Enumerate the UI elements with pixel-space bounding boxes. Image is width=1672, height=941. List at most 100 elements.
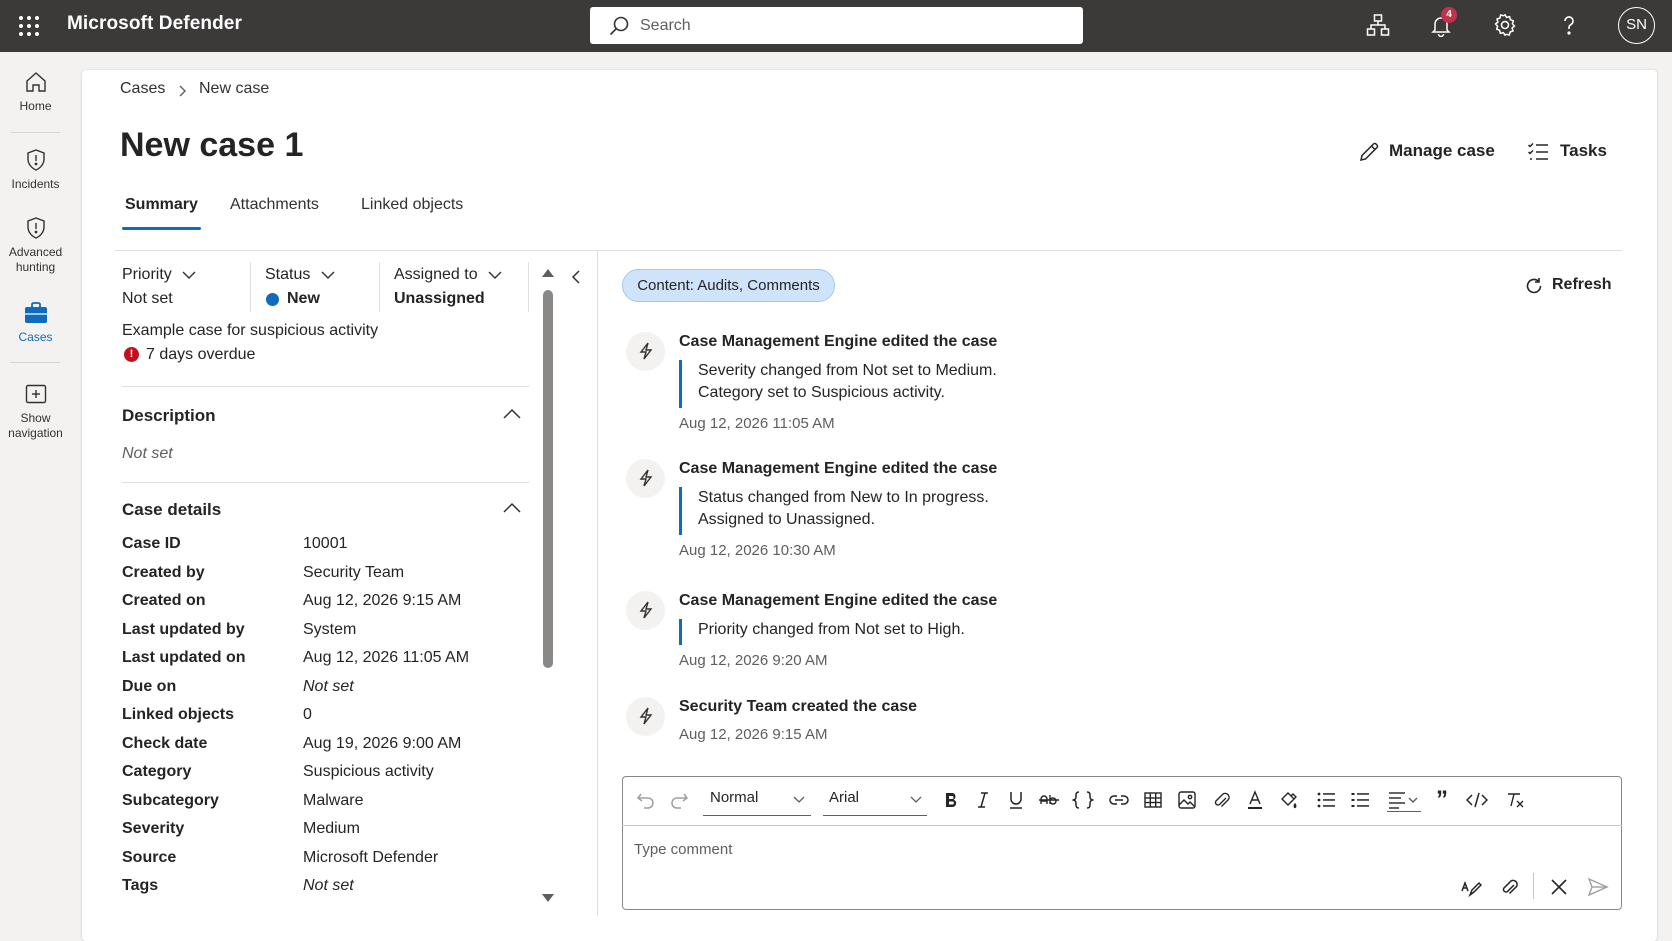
pencil-icon bbox=[1358, 141, 1380, 163]
nav-label-incidents: Incidents bbox=[11, 177, 60, 191]
breadcrumb-cases[interactable]: Cases bbox=[120, 80, 165, 98]
italic-icon[interactable] bbox=[973, 790, 993, 810]
highlight-icon[interactable] bbox=[1279, 790, 1299, 810]
assigned-to-dropdown[interactable]: Assigned to bbox=[394, 266, 502, 284]
comment-input[interactable] bbox=[634, 838, 1534, 860]
left-navigation: Home Incidents Advanced hunting Cases Sh… bbox=[0, 52, 71, 941]
status-dropdown[interactable]: Status bbox=[265, 266, 335, 284]
case-details-title: Case details bbox=[122, 500, 222, 519]
send-icon[interactable] bbox=[1587, 877, 1609, 897]
gear-icon[interactable] bbox=[1493, 13, 1517, 37]
numbered-list-icon[interactable] bbox=[1316, 790, 1336, 810]
activity-quote-bar bbox=[679, 360, 682, 408]
notification-badge: 4 bbox=[1441, 7, 1457, 23]
case-detail-value: Microsoft Defender bbox=[303, 848, 439, 866]
activity-detail: Severity changed from Not set to Medium. bbox=[698, 362, 997, 379]
font-color-icon[interactable] bbox=[1245, 790, 1265, 810]
paragraph-style-dropdown[interactable]: Normal bbox=[710, 789, 758, 806]
manage-case-button[interactable]: Manage case bbox=[1389, 141, 1495, 161]
assigned-to-value: Unassigned bbox=[394, 290, 485, 307]
activity-title: Case Management Engine edited the case bbox=[679, 333, 998, 350]
app-title[interactable]: Microsoft Defender bbox=[67, 13, 242, 35]
nav-item-advanced-hunting[interactable]: Advanced hunting bbox=[0, 216, 71, 275]
link-icon[interactable] bbox=[1108, 790, 1130, 810]
nav-divider bbox=[10, 362, 60, 363]
nav-item-show-navigation[interactable]: Show navigation bbox=[0, 382, 71, 441]
tab-linked-objects[interactable]: Linked objects bbox=[361, 196, 463, 214]
case-detail-label: Source bbox=[122, 848, 177, 866]
close-icon[interactable] bbox=[1550, 878, 1568, 896]
case-detail-value: System bbox=[303, 620, 357, 638]
field-divider bbox=[528, 262, 529, 312]
chevron-up-icon[interactable] bbox=[503, 502, 521, 514]
content-filter-chip[interactable]: Content: Audits, Comments bbox=[622, 269, 835, 302]
briefcase-icon bbox=[24, 302, 47, 323]
clear-formatting-icon[interactable] bbox=[1504, 790, 1526, 810]
dropdown-underline bbox=[823, 815, 927, 816]
case-detail-label: Due on bbox=[122, 677, 177, 695]
scroll-up-icon[interactable] bbox=[542, 269, 554, 277]
app-launcher-icon[interactable] bbox=[18, 15, 40, 37]
format-pen-icon[interactable] bbox=[1460, 877, 1482, 897]
org-chart-icon[interactable] bbox=[1366, 13, 1390, 37]
font-family-value: Arial bbox=[829, 789, 860, 806]
case-detail-value: 0 bbox=[303, 706, 312, 723]
description-title: Description bbox=[122, 406, 216, 425]
nav-item-home[interactable]: Home bbox=[0, 70, 71, 114]
code-braces-icon[interactable] bbox=[1072, 790, 1094, 810]
avatar[interactable]: SN bbox=[1618, 7, 1655, 44]
case-detail-label: Last updated on bbox=[122, 649, 246, 666]
font-family-dropdown[interactable]: Arial bbox=[829, 789, 859, 806]
search-input[interactable] bbox=[640, 13, 1060, 38]
scrollbar-thumb[interactable] bbox=[543, 290, 553, 668]
table-icon[interactable] bbox=[1143, 790, 1163, 810]
chevron-down-icon bbox=[793, 796, 805, 803]
lightning-icon bbox=[626, 697, 665, 736]
case-detail-value: Malware bbox=[303, 791, 364, 809]
strikethrough-icon[interactable] bbox=[1038, 790, 1060, 810]
description-value: Not set bbox=[122, 445, 173, 462]
nav-item-cases[interactable]: Cases bbox=[0, 301, 71, 345]
redo-icon[interactable] bbox=[669, 790, 689, 810]
case-detail-label: Severity bbox=[122, 820, 185, 837]
align-icon[interactable] bbox=[1387, 790, 1421, 812]
refresh-button[interactable]: Refresh bbox=[1552, 276, 1612, 294]
tab-attachments[interactable]: Attachments bbox=[230, 196, 319, 214]
lightning-icon bbox=[626, 332, 665, 371]
collapse-panel-icon[interactable] bbox=[571, 269, 581, 285]
underline-icon[interactable] bbox=[1006, 790, 1026, 810]
quote-icon[interactable]: ” bbox=[1436, 786, 1448, 814]
activity-title: Security Team created the case bbox=[679, 698, 918, 715]
chevron-up-icon[interactable] bbox=[503, 408, 521, 420]
code-block-icon[interactable] bbox=[1466, 790, 1488, 810]
case-detail-label: Created on bbox=[122, 592, 206, 609]
case-detail-label: Check date bbox=[122, 734, 208, 752]
tasks-button[interactable]: Tasks bbox=[1560, 141, 1607, 161]
nav-label-show-navigation: Show navigation bbox=[8, 411, 63, 440]
attach-icon[interactable] bbox=[1499, 877, 1519, 897]
tab-summary[interactable]: Summary bbox=[125, 196, 198, 214]
help-icon[interactable] bbox=[1557, 13, 1581, 37]
paragraph-style-value: Normal bbox=[710, 789, 759, 806]
priority-dropdown[interactable]: Priority bbox=[122, 266, 196, 284]
nav-item-incidents[interactable]: Incidents bbox=[0, 148, 71, 192]
activity-quote-bar bbox=[679, 487, 682, 535]
undo-icon[interactable] bbox=[636, 790, 656, 810]
refresh-icon bbox=[1524, 276, 1544, 296]
attach-icon[interactable] bbox=[1211, 790, 1231, 810]
scroll-down-icon[interactable] bbox=[542, 894, 554, 902]
search-icon bbox=[608, 15, 630, 37]
search-box[interactable] bbox=[590, 7, 1083, 44]
case-detail-value: Not set bbox=[303, 877, 354, 894]
field-divider bbox=[250, 262, 251, 312]
case-detail-value: Not set bbox=[303, 677, 354, 695]
activity-detail: Category set to Suspicious activity. bbox=[698, 384, 945, 401]
bulleted-list-icon[interactable] bbox=[1350, 790, 1370, 810]
case-name: Example case for suspicious activity bbox=[122, 322, 379, 339]
image-icon[interactable] bbox=[1177, 790, 1197, 810]
case-detail-value: Suspicious activity bbox=[303, 763, 434, 780]
activity-timestamp: Aug 12, 2026 9:15 AM bbox=[679, 726, 828, 743]
bold-icon[interactable] bbox=[941, 790, 961, 810]
chevron-right-icon bbox=[177, 85, 187, 97]
nav-divider bbox=[10, 132, 60, 133]
